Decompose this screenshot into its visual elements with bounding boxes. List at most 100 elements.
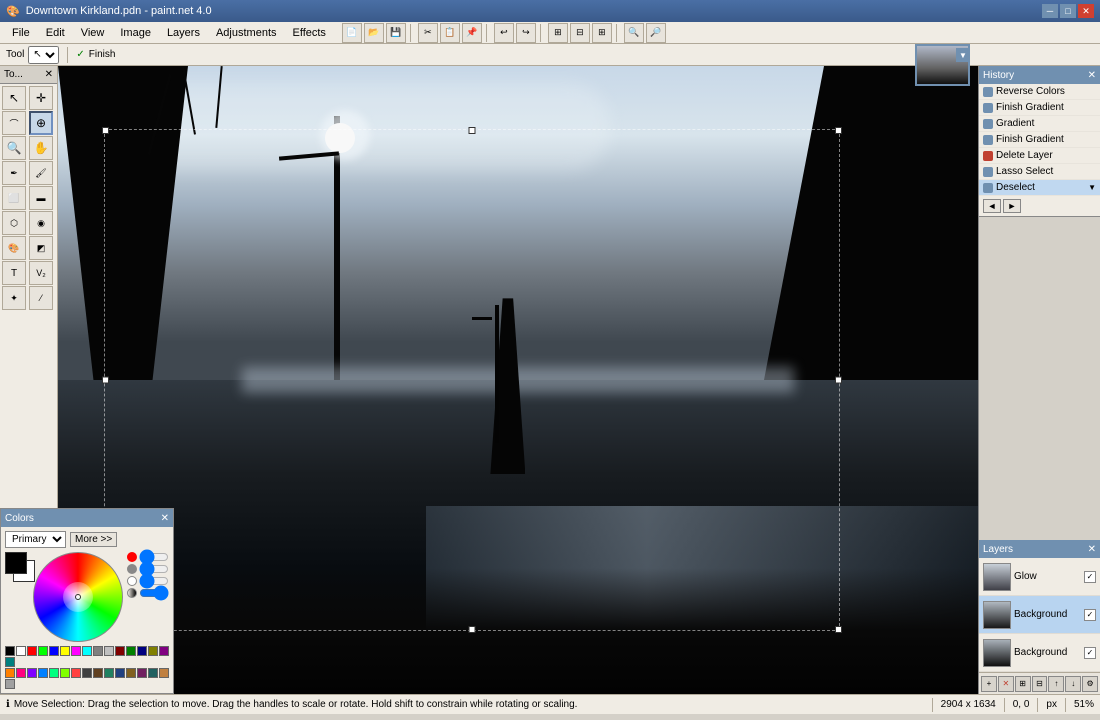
color-mode-select[interactable]: Primary bbox=[5, 531, 66, 548]
tool-select[interactable]: ↖ bbox=[28, 46, 59, 64]
layer-visible-bg2[interactable] bbox=[1084, 647, 1096, 659]
tool-zoom[interactable]: 🔍 bbox=[2, 136, 26, 160]
canvas-container[interactable] bbox=[58, 66, 978, 694]
layer-glow[interactable]: Glow bbox=[979, 558, 1100, 596]
menu-view[interactable]: View bbox=[73, 25, 113, 41]
palette-white[interactable] bbox=[16, 646, 26, 656]
palette-light-gray[interactable] bbox=[5, 679, 15, 689]
palette-navy[interactable] bbox=[137, 646, 147, 656]
fg-color-swatch[interactable] bbox=[5, 552, 27, 574]
toolbar-zoom-out[interactable]: 🔎 bbox=[646, 23, 666, 43]
tool-gradient[interactable]: ⬡ bbox=[2, 211, 26, 235]
toolbar-copy[interactable]: 📋 bbox=[440, 23, 460, 43]
tool-pencil[interactable]: ✒ bbox=[2, 161, 26, 185]
palette-gold[interactable] bbox=[126, 668, 136, 678]
toolbar-cut[interactable]: ✂ bbox=[418, 23, 438, 43]
toolbar-open[interactable]: 📂 bbox=[364, 23, 384, 43]
layer-down-button[interactable]: ↓ bbox=[1065, 676, 1081, 692]
menu-edit[interactable]: Edit bbox=[38, 25, 73, 41]
palette-forest[interactable] bbox=[104, 668, 114, 678]
tool-move[interactable]: ✛ bbox=[29, 86, 53, 110]
palette-dark-green[interactable] bbox=[126, 646, 136, 656]
palette-silver[interactable] bbox=[104, 646, 114, 656]
layer-add-button[interactable]: + bbox=[981, 676, 997, 692]
layers-close[interactable]: ✕ bbox=[1088, 544, 1096, 555]
toolbar-resize[interactable]: ⊟ bbox=[570, 23, 590, 43]
layer-visible-glow[interactable] bbox=[1084, 571, 1096, 583]
tool-move-sel[interactable]: ⊕ bbox=[29, 111, 53, 135]
toolbar-paste[interactable]: 📌 bbox=[462, 23, 482, 43]
toolbar-undo[interactable]: ↩ bbox=[494, 23, 514, 43]
palette-spring-green[interactable] bbox=[49, 668, 59, 678]
layer-merge-button[interactable]: ⊟ bbox=[1032, 676, 1048, 692]
palette-hot-pink[interactable] bbox=[16, 668, 26, 678]
close-button[interactable]: ✕ bbox=[1078, 4, 1094, 18]
tool-eraser[interactable]: ⬜ bbox=[2, 186, 26, 210]
layer-background-2[interactable]: Background bbox=[979, 634, 1100, 672]
alpha-slider[interactable] bbox=[139, 589, 169, 597]
palette-violet[interactable] bbox=[27, 668, 37, 678]
toolbar-zoom-in[interactable]: 🔍 bbox=[624, 23, 644, 43]
palette-maroon[interactable] bbox=[115, 646, 125, 656]
palette-orange[interactable] bbox=[5, 668, 15, 678]
more-colors-button[interactable]: More >> bbox=[70, 532, 117, 547]
tool-clone[interactable]: ◩ bbox=[29, 236, 53, 260]
palette-green[interactable] bbox=[38, 646, 48, 656]
colors-close[interactable]: ✕ bbox=[161, 513, 169, 524]
toolbox-close[interactable]: ✕ bbox=[45, 69, 53, 80]
history-item-finish-gradient-2[interactable]: Finish Gradient bbox=[979, 132, 1100, 148]
color-wheel[interactable] bbox=[33, 552, 123, 642]
palette-brown[interactable] bbox=[93, 668, 103, 678]
palette-dark-gray[interactable] bbox=[82, 668, 92, 678]
palette-cyan[interactable] bbox=[82, 646, 92, 656]
palette-olive[interactable] bbox=[148, 646, 158, 656]
palette-yellow[interactable] bbox=[60, 646, 70, 656]
palette-teal[interactable] bbox=[5, 657, 15, 667]
palette-magenta[interactable] bbox=[71, 646, 81, 656]
palette-blue[interactable] bbox=[49, 646, 59, 656]
history-item-gradient[interactable]: Gradient bbox=[979, 116, 1100, 132]
layer-visible-bg1[interactable] bbox=[1084, 609, 1096, 621]
toolbar-save[interactable]: 💾 bbox=[386, 23, 406, 43]
layer-duplicate-button[interactable]: ⊞ bbox=[1015, 676, 1031, 692]
tool-color-pick[interactable]: 🎨 bbox=[2, 236, 26, 260]
layer-up-button[interactable]: ↑ bbox=[1048, 676, 1064, 692]
palette-purple[interactable] bbox=[159, 646, 169, 656]
tool-recolor[interactable]: ◉ bbox=[29, 211, 53, 235]
palette-dark-blue[interactable] bbox=[115, 668, 125, 678]
toolbar-redo[interactable]: ↪ bbox=[516, 23, 536, 43]
layer-delete-button[interactable]: ✕ bbox=[998, 676, 1014, 692]
history-item-finish-gradient-1[interactable]: Finish Gradient bbox=[979, 100, 1100, 116]
sat-slider[interactable] bbox=[139, 565, 169, 573]
palette-gray[interactable] bbox=[93, 646, 103, 656]
val-slider[interactable] bbox=[139, 577, 169, 585]
history-close[interactable]: ✕ bbox=[1088, 70, 1096, 81]
menu-image[interactable]: Image bbox=[112, 25, 159, 41]
palette-light-red[interactable] bbox=[71, 668, 81, 678]
finish-label[interactable]: Finish bbox=[89, 49, 116, 60]
palette-plum[interactable] bbox=[137, 668, 147, 678]
history-item-delete-layer[interactable]: Delete Layer bbox=[979, 148, 1100, 164]
palette-red[interactable] bbox=[27, 646, 37, 656]
menu-adjustments[interactable]: Adjustments bbox=[208, 25, 285, 41]
history-back-button[interactable]: ◄ bbox=[983, 199, 1001, 213]
palette-sky-blue[interactable] bbox=[38, 668, 48, 678]
palette-black[interactable] bbox=[5, 646, 15, 656]
tool-brush[interactable]: 🖌 bbox=[29, 161, 53, 185]
palette-yellow-green[interactable] bbox=[60, 668, 70, 678]
palette-tan[interactable] bbox=[159, 668, 169, 678]
palette-dark-cyan[interactable] bbox=[148, 668, 158, 678]
tool-line[interactable]: ⁄ bbox=[29, 286, 53, 310]
tool-pan[interactable]: ✋ bbox=[29, 136, 53, 160]
toolbar-crop[interactable]: ⊞ bbox=[548, 23, 568, 43]
tool-paint-bucket[interactable]: ▬ bbox=[29, 186, 53, 210]
maximize-button[interactable]: □ bbox=[1060, 4, 1076, 18]
layer-background-1[interactable]: Background bbox=[979, 596, 1100, 634]
menu-layers[interactable]: Layers bbox=[159, 25, 208, 41]
tool-text[interactable]: T bbox=[2, 261, 26, 285]
tool-lasso[interactable]: ⌒ bbox=[2, 111, 26, 135]
menu-effects[interactable]: Effects bbox=[285, 25, 334, 41]
history-forward-button[interactable]: ► bbox=[1003, 199, 1021, 213]
toolbar-new[interactable]: 📄 bbox=[342, 23, 362, 43]
layer-props-button[interactable]: ⚙ bbox=[1082, 676, 1098, 692]
